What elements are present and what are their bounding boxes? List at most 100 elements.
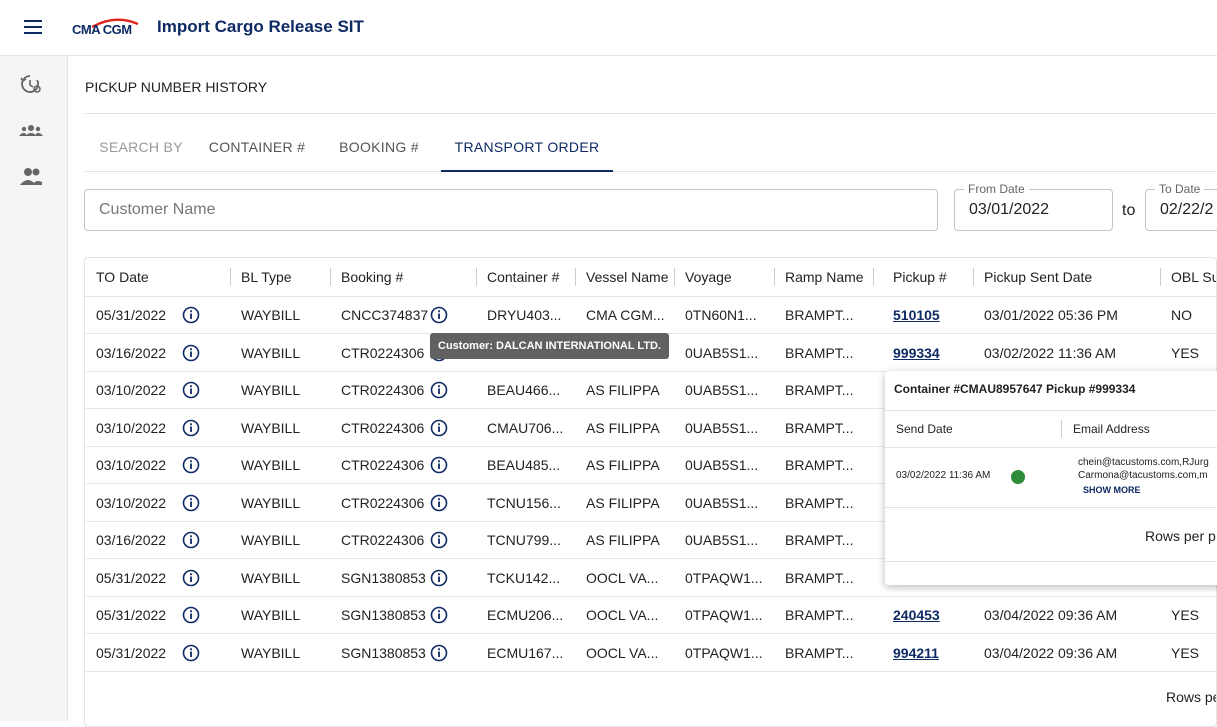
column-separator[interactable] [774,268,775,286]
cell-booking: SGN1380853 [341,569,426,586]
cell-ramp-name: BRAMPT... [785,307,854,323]
cell-pickup[interactable]: 240453 [893,607,940,623]
cell-bl-type: WAYBILL [241,494,301,511]
column-separator[interactable] [973,268,974,286]
to-date-info-icon[interactable] [182,531,200,549]
cell-bl-type: WAYBILL [241,419,301,436]
email-line: chein@tacustoms.com,RJurg [1078,457,1209,468]
cell-voyage: 0TPAQW1... [685,607,763,623]
column-separator[interactable] [873,268,874,286]
cell-pickup[interactable]: 510105 [893,307,940,323]
table-header: TO Date BL Type Booking # Container # Vessel… [85,258,1216,297]
cell-ramp-name: BRAMPT... [785,419,854,436]
to-date-info-icon[interactable] [182,381,200,399]
to-date-info-icon[interactable] [182,606,200,624]
to-date-info-icon[interactable] [182,306,200,324]
cell-voyage: 0TPAQW1... [685,644,763,661]
to-date-info-icon[interactable] [182,494,200,512]
cell-voyage: 0TPAQW1... [685,569,763,586]
table-row[interactable]: 05/31/2022 WAYBILL SGN1380853 ECMU167... OOC… [85,635,1216,672]
date-range-to: to [1122,202,1136,219]
cell-to-date: 05/31/2022 [96,607,167,623]
cell-ramp-name: BRAMPT... [785,644,854,661]
customer-info-icon[interactable] [430,569,448,587]
customer-info-icon[interactable] [430,606,448,624]
group-icon[interactable] [19,120,43,142]
cell-vessel-name: OOCL VA... [586,644,659,661]
col-header-container[interactable]: Container # [487,269,559,285]
customer-info-icon[interactable] [430,456,448,474]
customer-info-icon[interactable] [430,644,448,662]
logo-text: CMA CGM [72,22,132,37]
cell-bl-type: WAYBILL [241,457,301,473]
show-more-link[interactable]: SHOW MORE [1083,485,1141,495]
to-date-label: To Date [1155,182,1205,196]
customer-info-icon[interactable] [430,419,448,437]
rows-per-page-label: Rows pe [1166,689,1217,705]
col-header-pickup[interactable]: Pickup # [893,269,947,285]
email-line: Carmona@tacustoms.com,m [1078,470,1208,481]
cell-bl-type: WAYBILL [241,307,301,323]
column-separator[interactable] [230,268,231,286]
column-separator[interactable] [674,268,675,286]
cell-booking: CNCC374837 [341,307,429,323]
customer-info-icon[interactable] [430,381,448,399]
to-date-info-icon[interactable] [182,644,200,662]
col-header-booking[interactable]: Booking # [341,269,403,285]
cell-pickup[interactable]: 994211 [893,645,939,661]
cell-vessel-name: AS FILIPPA [586,532,660,548]
col-header-ramp-name[interactable]: Ramp Name [785,269,864,285]
col-header-vessel-name[interactable]: Vessel Name [586,269,668,285]
col-header-pickup-sent-date[interactable]: Pickup Sent Date [984,269,1092,285]
cell-ramp-name: BRAMPT... [785,607,854,623]
column-separator[interactable] [1160,268,1161,286]
table-row[interactable]: 05/31/2022 WAYBILL CNCC374837 DRYU403... CMA… [85,297,1216,334]
to-date-info-icon[interactable] [182,569,200,587]
popup-col-email: Email Address [1073,422,1150,436]
to-date-info-icon[interactable] [182,456,200,474]
divider [885,561,1217,562]
pickup-email-popup: Container #CMAU8957647 Pickup #999334 Se… [885,371,1217,585]
cell-to-date: 03/10/2022 [96,419,167,436]
cell-ramp-name: BRAMPT... [785,569,854,586]
customer-info-icon[interactable] [430,494,448,512]
cell-vessel-name: CMA CGM... [586,307,665,323]
customer-info-icon[interactable] [430,531,448,549]
from-date-field[interactable]: From Date 03/01/2022 [954,182,1113,231]
cell-container: ECMU206... [487,607,564,623]
tab-transport-order[interactable]: TRANSPORT ORDER [441,126,613,172]
people-icon[interactable] [19,166,43,188]
popup-send-date: 03/02/2022 11:36 AM [896,470,991,481]
cell-booking: CTR0224306 [341,382,425,398]
col-header-voyage[interactable]: Voyage [685,269,732,285]
col-header-bl-type[interactable]: BL Type [241,269,292,285]
tab-container[interactable]: CONTAINER # [197,126,317,172]
tab-bar: SEARCH BY CONTAINER # BOOKING # TRANSPOR… [85,126,1217,172]
cell-bl-type: WAYBILL [241,532,301,548]
table-row[interactable]: 05/31/2022 WAYBILL SGN1380853 ECMU206... OOC… [85,597,1216,634]
customer-info-icon[interactable] [430,306,448,324]
cell-bl-type: WAYBILL [241,607,301,623]
history-settings-icon[interactable] [19,73,43,95]
cell-voyage: 0TN60N1... [685,307,757,323]
to-date-info-icon[interactable] [182,344,200,362]
column-separator[interactable] [476,268,477,286]
column-separator[interactable] [575,268,576,286]
cell-voyage: 0UAB5S1... [685,419,759,436]
cell-booking: CTR0224306 [341,532,425,548]
col-header-obl-surrendered[interactable]: OBL Su [1171,269,1216,285]
tab-booking[interactable]: BOOKING # [317,126,441,172]
cell-ramp-name: BRAMPT... [785,457,854,473]
cell-pickup[interactable]: 999334 [893,345,940,361]
customer-name-input[interactable]: Customer Name [84,189,938,231]
cell-to-date: 03/16/2022 [96,344,167,361]
to-date-info-icon[interactable] [182,419,200,437]
column-separator[interactable] [330,268,331,286]
hamburger-menu-icon[interactable] [24,20,42,34]
cell-booking: SGN1380853 [341,644,426,661]
cell-container: BEAU466... [487,382,561,398]
cell-ramp-name: BRAMPT... [785,382,854,398]
col-header-to-date[interactable]: TO Date [96,269,149,285]
cell-ramp-name: BRAMPT... [785,344,854,361]
to-date-field[interactable]: To Date 02/22/2 [1145,182,1217,231]
